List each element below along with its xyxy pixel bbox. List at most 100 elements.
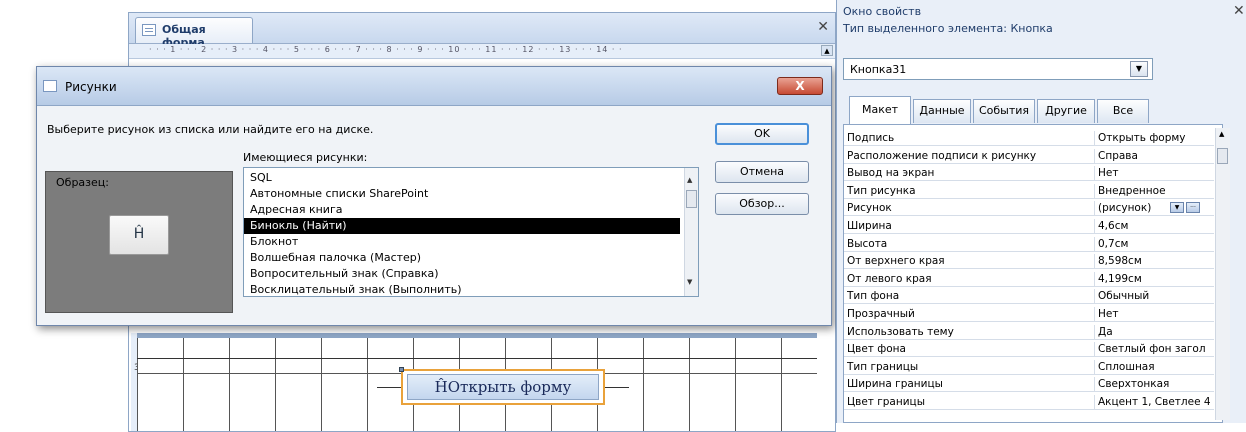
- property-value[interactable]: 4,6см: [1094, 219, 1214, 233]
- property-value[interactable]: 8,598см: [1094, 254, 1214, 269]
- picture-list-item[interactable]: Вопросительный знак (Справка): [244, 266, 680, 282]
- property-row[interactable]: Цвет границы Акцент 1, Светлее 4: [844, 395, 1214, 410]
- close-form-icon[interactable]: ✕: [817, 19, 829, 35]
- property-name: Подпись: [847, 132, 895, 144]
- picture-list-item[interactable]: Блокнот: [244, 234, 680, 250]
- property-row[interactable]: Тип фона Обычный: [844, 289, 1214, 305]
- dialog-title-bar[interactable]: Рисунки X: [37, 67, 831, 106]
- property-row[interactable]: От верхнего края 8,598см: [844, 254, 1214, 270]
- property-sheet-title: Окно свойств: [843, 5, 922, 18]
- property-row[interactable]: Ширина границы Сверхтонкая: [844, 377, 1214, 393]
- scroll-up-icon[interactable]: ▲: [821, 45, 833, 56]
- connector-line: [377, 387, 401, 388]
- pictures-list[interactable]: SQL Автономные списки SharePoint Адресная …: [243, 167, 699, 297]
- available-pictures-label: Имеющиеся рисунки:: [243, 151, 368, 164]
- property-scrollbar[interactable]: ▲: [1215, 128, 1230, 420]
- tab-other[interactable]: Другие: [1037, 99, 1095, 123]
- chevron-down-icon[interactable]: ▼: [1170, 202, 1184, 214]
- picture-list-item[interactable]: Бинокль (Найти): [244, 218, 680, 234]
- property-row[interactable]: Тип границы Сплошная: [844, 359, 1214, 375]
- dialog-icon: [43, 80, 57, 92]
- property-value[interactable]: Да: [1094, 324, 1214, 339]
- scroll-thumb[interactable]: [686, 190, 697, 208]
- property-row[interactable]: Расположение подписи к рисунку Справа: [844, 148, 1214, 164]
- property-name: Расположение подписи к рисунку: [847, 149, 1037, 162]
- form-icon: [142, 24, 156, 36]
- picture-list-item[interactable]: Восклицательный знак (Выполнить): [244, 282, 680, 296]
- pictures-dialog: Рисунки X Выберите рисунок из списка или…: [36, 66, 832, 326]
- scroll-thumb[interactable]: [1217, 148, 1228, 164]
- open-form-button-face: ĤОткрыть форму: [407, 374, 599, 400]
- selection-type-label: Тип выделенного элемента: Кнопка: [843, 22, 1053, 35]
- property-name: Тип границы: [847, 360, 919, 373]
- property-row[interactable]: Использовать тему Да: [844, 324, 1214, 340]
- property-row[interactable]: Ширина 4,6см: [844, 219, 1214, 234]
- tab-events[interactable]: События: [973, 99, 1035, 123]
- property-grid[interactable]: Подпись Открыть форму Расположение подписи…: [843, 124, 1223, 423]
- grid-line: [137, 358, 817, 359]
- ok-button[interactable]: OK: [715, 123, 809, 145]
- property-value[interactable]: 4,199см: [1094, 271, 1214, 286]
- tab-general-form[interactable]: Общая форма: [135, 17, 253, 49]
- property-name: Ширина: [847, 220, 892, 232]
- property-name: Цвет границы: [847, 396, 925, 408]
- chevron-down-icon[interactable]: ▼: [1130, 61, 1148, 77]
- scroll-up-icon[interactable]: ▲: [1219, 130, 1224, 138]
- property-value[interactable]: Обычный: [1094, 289, 1214, 304]
- property-value[interactable]: Сплошная: [1094, 359, 1214, 374]
- section-bar: [137, 333, 817, 338]
- property-row[interactable]: Тип рисунка Внедренное: [844, 183, 1214, 199]
- property-value[interactable]: Открыть форму: [1094, 131, 1214, 145]
- picture-list-item[interactable]: Автономные списки SharePoint: [244, 186, 680, 202]
- ruler-marks: · · · 1 · · · 2 · · · 3 · · · 4 · · · 5 …: [149, 45, 623, 54]
- property-name: От левого края: [847, 272, 932, 285]
- property-value[interactable]: Светлый фон загол: [1094, 342, 1214, 357]
- property-name: Вывод на экран: [847, 167, 935, 180]
- sample-label: Образец:: [56, 176, 109, 189]
- property-row[interactable]: Высота 0,7см: [844, 236, 1214, 252]
- tab-layout[interactable]: Макет: [849, 96, 911, 124]
- cancel-button[interactable]: Отмена: [715, 161, 809, 183]
- picture-list-item[interactable]: Волшебная палочка (Мастер): [244, 250, 680, 266]
- tab-data[interactable]: Данные: [913, 99, 971, 123]
- property-value[interactable]: 0,7см: [1094, 236, 1214, 251]
- tab-all[interactable]: Все: [1097, 99, 1149, 123]
- property-name: Рисунок: [847, 202, 892, 215]
- picture-list-item[interactable]: SQL: [244, 170, 680, 186]
- property-value[interactable]: Акцент 1, Светлее 4: [1094, 395, 1214, 409]
- scroll-up-icon[interactable]: ▲: [687, 176, 692, 184]
- close-dialog-button[interactable]: X: [777, 77, 823, 95]
- sample-button-preview: Ĥ: [109, 215, 169, 255]
- property-value[interactable]: Справа: [1094, 148, 1214, 163]
- open-form-button-label: ĤОткрыть форму: [434, 378, 572, 396]
- binoculars-icon: Ĥ: [133, 226, 145, 242]
- property-name: Прозрачный: [847, 308, 915, 320]
- property-row[interactable]: Прозрачный Нет: [844, 307, 1214, 322]
- property-value[interactable]: Нет: [1094, 166, 1214, 181]
- property-name: Высота: [847, 237, 888, 250]
- builder-ellipsis-button[interactable]: ···: [1186, 202, 1200, 214]
- picture-list-item[interactable]: Адресная книга: [244, 202, 680, 218]
- close-icon[interactable]: ✕: [1233, 3, 1245, 19]
- property-row[interactable]: Цвет фона Светлый фон загол: [844, 342, 1214, 358]
- connector-line: [605, 387, 629, 388]
- property-row[interactable]: Подпись Открыть форму: [844, 131, 1214, 146]
- property-name: Цвет фона: [847, 343, 906, 356]
- document-tab-strip: Общая форма ✕: [129, 13, 835, 49]
- list-scrollbar[interactable]: ▲ ▼: [684, 168, 698, 296]
- scroll-down-icon[interactable]: ▼: [687, 278, 692, 286]
- property-name: Тип фона: [847, 290, 900, 303]
- object-selector[interactable]: Кнопка31 ▼: [843, 58, 1153, 80]
- property-row[interactable]: Рисунок (рисунок) ▼ ···: [844, 201, 1214, 217]
- property-row[interactable]: От левого края 4,199см: [844, 271, 1214, 287]
- dialog-title: Рисунки: [65, 80, 117, 94]
- property-row[interactable]: Вывод на экран Нет: [844, 166, 1214, 182]
- property-value[interactable]: Сверхтонкая: [1094, 377, 1214, 392]
- property-name: Использовать тему: [847, 325, 954, 338]
- resize-handle[interactable]: [399, 367, 404, 372]
- property-value[interactable]: Внедренное: [1094, 183, 1214, 198]
- browse-button[interactable]: Обзор...: [715, 193, 809, 215]
- property-value[interactable]: Нет: [1094, 307, 1214, 321]
- property-name: Ширина границы: [847, 378, 943, 391]
- open-form-button[interactable]: ĤОткрыть форму: [399, 367, 605, 405]
